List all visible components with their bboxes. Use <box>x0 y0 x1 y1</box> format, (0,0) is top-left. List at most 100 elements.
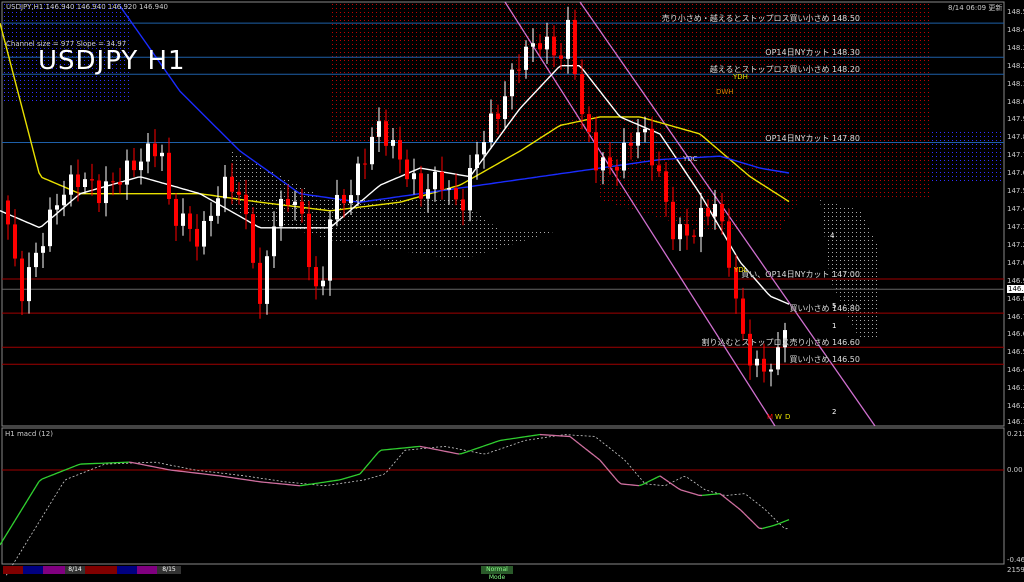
macd-segment <box>39 479 42 481</box>
macd-segment <box>693 494 696 495</box>
macd-segment <box>438 450 441 451</box>
candle-body <box>510 70 514 97</box>
candle-body <box>517 70 521 71</box>
macd-segment <box>420 446 423 447</box>
chart-title: USDJPY H1 <box>38 46 186 76</box>
w-marker: W <box>775 413 782 421</box>
wave-1: 1 <box>832 322 836 330</box>
macd-segment <box>141 464 144 465</box>
macd-segment <box>603 464 606 468</box>
macd-segment <box>21 506 24 511</box>
macd-segment <box>618 481 621 483</box>
ydl-marker: YDL <box>734 266 748 274</box>
candle-body <box>538 43 542 49</box>
macd-segment <box>498 440 501 441</box>
tab-red-2[interactable] <box>85 566 117 574</box>
macd-segment <box>471 449 474 450</box>
m-marker: M <box>767 413 773 421</box>
candle-body <box>209 216 213 221</box>
tab-red-1[interactable] <box>3 566 23 574</box>
candle-body <box>174 199 178 226</box>
price-tick: 147.200 <box>1007 241 1024 249</box>
candle-body <box>349 195 353 203</box>
price-tick: 146.570 <box>1007 348 1024 356</box>
tab-purple-1[interactable] <box>43 566 65 574</box>
macd-segment <box>741 510 744 513</box>
macd-segment <box>375 453 378 457</box>
price-tick: 146.990 <box>1007 277 1024 285</box>
macd-segment <box>135 463 138 464</box>
candle-body <box>153 144 157 157</box>
tab-purple-2[interactable] <box>137 566 157 574</box>
macd-label: H1 macd (12) <box>5 430 53 438</box>
macd-segment <box>159 468 162 469</box>
candle-body <box>356 164 360 196</box>
macd-segment <box>453 453 456 454</box>
candle-body <box>342 195 346 203</box>
macd-segment <box>69 467 72 468</box>
candle-body <box>622 143 626 171</box>
macd-segment <box>762 528 765 529</box>
candle-body <box>545 37 549 50</box>
candle-body <box>405 160 409 180</box>
candle-body <box>755 359 759 366</box>
price-chart[interactable] <box>0 0 1024 576</box>
macd-segment <box>66 468 69 469</box>
candle-body <box>762 359 766 372</box>
price-tick: 147.830 <box>1007 133 1024 141</box>
candle-body <box>55 205 59 209</box>
dwh-marker: DWH <box>716 88 734 96</box>
cloud-blue-right <box>930 130 1004 182</box>
candle-body <box>678 224 682 239</box>
macd-segment <box>747 516 750 519</box>
macd-segment <box>615 478 618 482</box>
candle-body <box>468 168 472 210</box>
wave-2: 2 <box>832 408 836 416</box>
candle-body <box>643 129 647 133</box>
tab-blue-1[interactable] <box>23 566 43 574</box>
macd-segment <box>684 491 687 492</box>
candle-body <box>328 219 332 280</box>
candle-body <box>475 154 479 168</box>
candle-body <box>202 221 206 247</box>
macd-segment <box>648 480 651 481</box>
candle-body <box>195 229 199 247</box>
candle-body <box>482 142 486 154</box>
tab-date-2[interactable]: 8/15 <box>157 566 181 574</box>
macd-segment <box>582 446 585 448</box>
macd-segment <box>423 447 426 448</box>
candle-body <box>27 267 31 301</box>
level-annotation: 買い小さめ 146.80 <box>789 303 860 314</box>
macd-segment <box>444 451 447 452</box>
macd-segment <box>357 474 360 475</box>
candle-body <box>573 20 577 74</box>
candle-body <box>580 74 584 114</box>
macd-segment <box>756 525 759 528</box>
candle-body <box>230 177 234 192</box>
macd-segment <box>351 476 354 477</box>
candle-body <box>713 204 717 216</box>
macd-segment <box>687 492 690 493</box>
macd-segment <box>594 455 597 457</box>
macd-segment <box>660 476 663 478</box>
macd-segment <box>138 464 141 465</box>
macd-segment <box>780 522 783 523</box>
macd-segment <box>456 453 459 454</box>
timestamp: 8/14 06:09 更新 <box>948 3 1002 13</box>
macd-segment <box>489 443 492 444</box>
macd-segment <box>366 463 369 467</box>
tab-blue-2[interactable] <box>117 566 137 574</box>
macd-segment <box>78 464 81 465</box>
candle-body <box>650 129 654 166</box>
candle-body <box>447 188 451 190</box>
candle-body <box>692 236 696 237</box>
candle-body <box>300 202 304 214</box>
candle-body <box>244 195 248 214</box>
price-tick: 147.305 <box>1007 223 1024 231</box>
macd-segment <box>612 474 615 478</box>
macd-segment <box>657 476 660 477</box>
tab-date-1[interactable]: 8/14 <box>65 566 85 574</box>
candle-body <box>118 182 122 185</box>
macd-signal <box>0 435 789 576</box>
macd-segment <box>675 486 678 488</box>
